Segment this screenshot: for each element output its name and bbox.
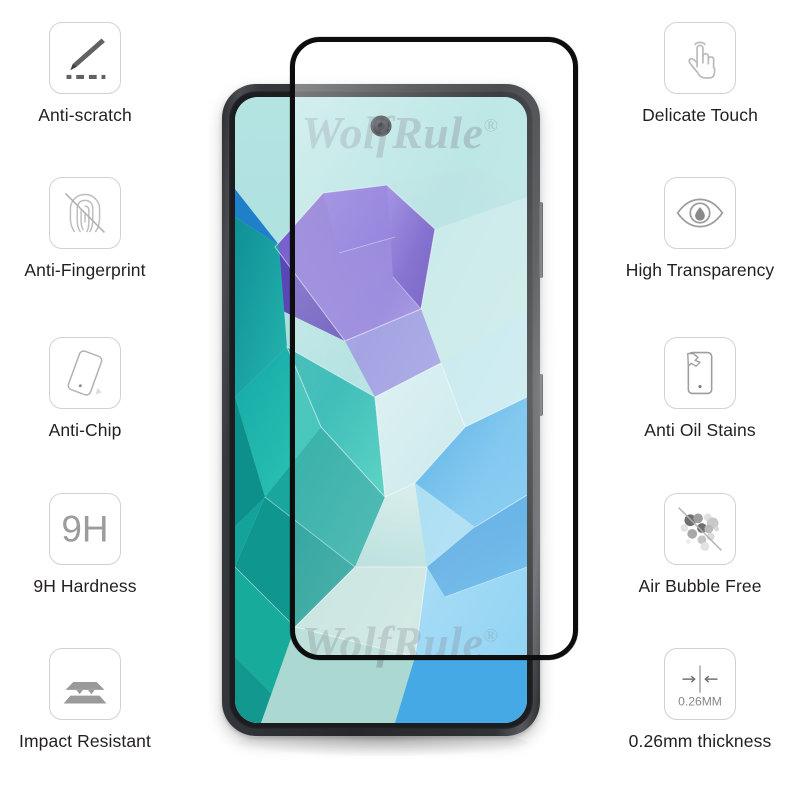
- feature-label: Anti-Chip: [48, 420, 122, 440]
- power-button: [539, 374, 543, 416]
- hardness-value: 9H: [61, 509, 108, 550]
- feature-impact-resistant: Impact Resistant: [0, 648, 170, 751]
- feature-label: Anti Oil Stains: [644, 420, 756, 440]
- left-feature-column: Anti-scratch Anti-Fingerprint Anti-Chip …: [0, 0, 170, 800]
- feature-9h-hardness: 9H 9H Hardness: [0, 493, 170, 596]
- hardness-9h-icon: 9H: [49, 493, 121, 565]
- phone-body: [222, 84, 543, 736]
- product-feature-poster: Anti-scratch Anti-Fingerprint Anti-Chip …: [0, 0, 800, 800]
- watermark-text: WolfRule: [301, 617, 484, 668]
- tempered-glass-protector: [290, 37, 578, 660]
- feature-thickness: 0.26MM 0.26mm thickness: [600, 648, 800, 751]
- bubbles-crossed-icon: [664, 493, 736, 565]
- feature-label: Air Bubble Free: [638, 576, 762, 596]
- feature-label: Delicate Touch: [642, 105, 758, 125]
- eye-icon: [664, 177, 736, 249]
- feature-label: Anti-scratch: [38, 105, 132, 125]
- feature-label: 0.26mm thickness: [628, 731, 772, 751]
- feature-air-bubble-free: Air Bubble Free: [600, 493, 800, 596]
- feature-anti-chip: Anti-Chip: [0, 337, 170, 440]
- feature-anti-fingerprint: Anti-Fingerprint: [0, 177, 170, 280]
- tilted-phone-icon: [49, 337, 121, 409]
- feature-label: Impact Resistant: [19, 731, 151, 751]
- fingerprint-crossed-icon: [49, 177, 121, 249]
- right-feature-column: Delicate Touch High Transparency Anti Oi…: [600, 0, 800, 800]
- front-camera-punch-hole: [372, 117, 390, 135]
- volume-button: [539, 202, 543, 278]
- feature-anti-oil-stains: Anti Oil Stains: [600, 337, 800, 440]
- glass-reflection: [295, 42, 573, 655]
- phone-bezel: [229, 91, 533, 729]
- layered-impact-icon: [49, 648, 121, 720]
- thickness-value: 0.26MM: [678, 694, 722, 708]
- feature-high-transparency: High Transparency: [600, 177, 800, 280]
- knife-scratch-icon: [49, 22, 121, 94]
- registered-mark: ®: [483, 625, 499, 647]
- feature-label: Anti-Fingerprint: [24, 260, 146, 280]
- watermark-text: WolfRule: [301, 107, 484, 158]
- phone-screen-wallpaper: [235, 97, 527, 723]
- thickness-caliper-icon: 0.26MM: [664, 648, 736, 720]
- phone-oil-stain-icon: [664, 337, 736, 409]
- feature-anti-scratch: Anti-scratch: [0, 22, 170, 125]
- feature-delicate-touch: Delicate Touch: [600, 22, 800, 125]
- registered-mark: ®: [483, 115, 499, 137]
- feature-label: 9H Hardness: [33, 576, 137, 596]
- phone-shadow: [238, 730, 528, 756]
- feature-label: High Transparency: [625, 260, 775, 280]
- touch-hand-icon: [664, 22, 736, 94]
